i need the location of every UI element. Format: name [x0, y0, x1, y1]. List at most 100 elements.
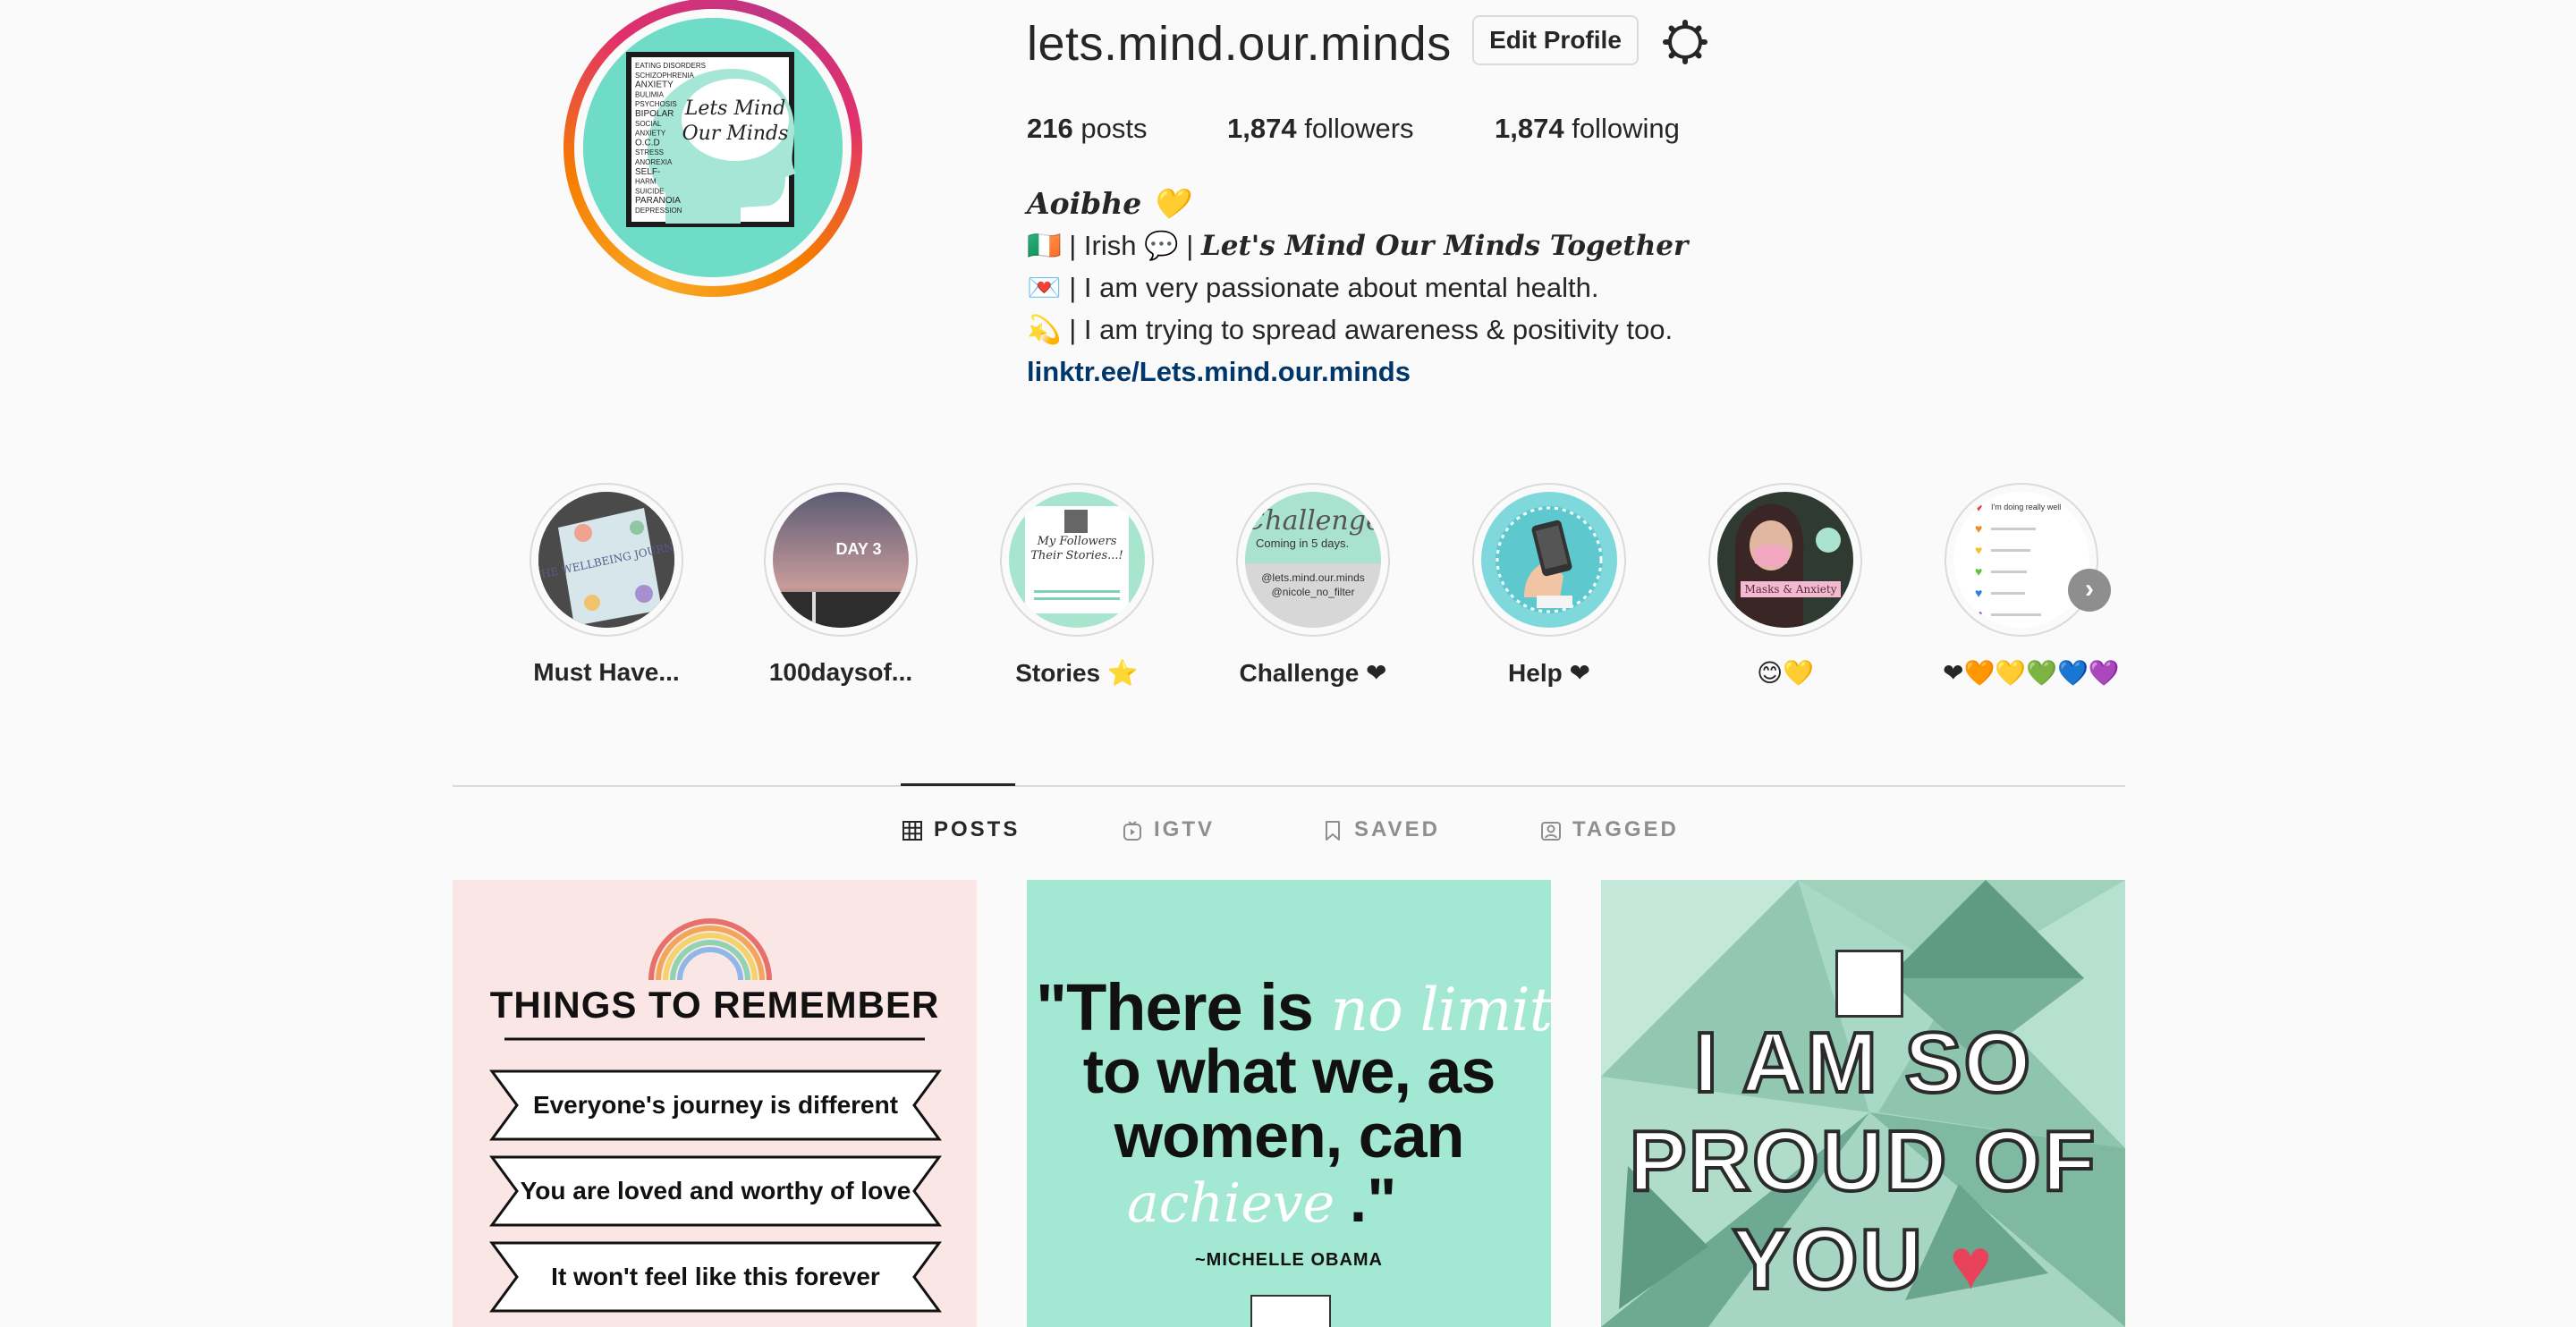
tab-label: POSTS — [934, 817, 1021, 841]
avatar-word: PSYCHOSIS — [635, 100, 677, 108]
bookmark-icon — [1326, 820, 1340, 841]
bio-link[interactable]: linktr.ee/Lets.mind.our.minds — [1027, 356, 1411, 388]
highlight-100daysof[interactable]: DAY 3 100daysof... — [762, 483, 919, 687]
quote-line-3: women, can — [1114, 1101, 1465, 1171]
proud-line-1: I AM SO — [1692, 1013, 2033, 1112]
posts-count: 216 — [1027, 113, 1073, 144]
post-proud-of-you[interactable]: I AM SO PROUD OF YOU ♥ — [1601, 880, 2125, 1327]
tab-label: SAVED — [1354, 817, 1440, 841]
bio-line-3: 💫 | I am trying to spread awareness & po… — [1027, 314, 1674, 345]
tab-label: IGTV — [1154, 817, 1216, 841]
avatar-word: BIPOLAR — [635, 109, 674, 119]
username: lets.mind.our.minds — [1027, 17, 1452, 71]
quote-script-2: achieve — [1127, 1172, 1335, 1235]
highlight-challenge[interactable]: Challenge Coming in 5 days. @lets.mind.o… — [1234, 483, 1392, 688]
mini-logo — [1250, 1295, 1331, 1327]
highlight-cover-text: Masks & Anxiety — [1744, 583, 1836, 596]
avatar-word: BULIMIA — [635, 90, 665, 98]
svg-text:♥: ♥ — [1975, 607, 1982, 621]
quote-line-1: "There is no limit — [1036, 969, 1551, 1045]
avatar-title-line1: Lets Mind — [684, 97, 786, 120]
svg-text:♥: ♥ — [1975, 564, 1982, 579]
tab-label: TAGGED — [1572, 817, 1679, 841]
highlight-label: 100daysof... — [768, 658, 913, 686]
highlight-ring: Challenge Coming in 5 days. @lets.mind.o… — [1236, 483, 1390, 637]
avatar-word: O.C.D — [635, 138, 660, 148]
highlight-cover-text: My Followers Their Stories...! — [1030, 535, 1123, 562]
proud-line-3: YOU ♥ — [1601, 1210, 2125, 1314]
proud-line-2: PROUD OF — [1628, 1111, 2097, 1211]
quote-end: ." — [1349, 1165, 1397, 1235]
highlight-cover-masks: Masks & Anxiety — [1717, 492, 1853, 628]
edit-profile-button[interactable]: Edit Profile — [1472, 15, 1639, 65]
avatar-word: DEPRESSION — [635, 207, 682, 215]
avatar-word: ANXIETY — [635, 80, 674, 90]
highlight-ring: ♥ I'm doing really well ♥ ♥ ♥ ♥ ♥ — [1945, 483, 2098, 637]
followers-count: 1,874 — [1227, 113, 1297, 144]
post-list-item: Everyone's journey is different — [532, 1091, 899, 1119]
following-stat[interactable]: 1,874 following — [1495, 113, 1680, 145]
mini-logo — [1835, 950, 1903, 1018]
avatar-logo: Lets Mind Our Minds EATING DISORDERS SCHI… — [583, 18, 843, 277]
tab-tagged[interactable]: TAGGED — [1540, 817, 1679, 842]
quote-line-2: to what we, as — [1082, 1036, 1496, 1106]
highlight-ring: THE WELLBEING JOURNAL — [530, 483, 683, 637]
highlight-ring: My Followers Their Stories...! — [1000, 483, 1154, 637]
svg-text:♥: ♥ — [1975, 500, 1982, 514]
proud-line-3-text: YOU — [1731, 1210, 1924, 1309]
avatar-word: ANOREXIA — [635, 158, 673, 166]
avatar-word: EATING DISORDERS — [635, 62, 706, 70]
highlight-cover-stories: My Followers Their Stories...! — [1009, 492, 1145, 628]
tab-igtv[interactable]: IGTV — [1122, 817, 1215, 842]
highlight-cover-sunset: DAY 3 — [773, 492, 909, 628]
tab-saved[interactable]: SAVED — [1322, 817, 1440, 842]
post-list-item: It won't feel like this forever — [551, 1263, 880, 1290]
tag-icon — [1541, 821, 1561, 841]
highlight-cover-text: DAY 3 — [835, 540, 881, 558]
highlight-must-have[interactable]: THE WELLBEING JOURNAL Must Have... — [528, 483, 685, 687]
grid-icon — [902, 820, 922, 841]
settings-gear-icon[interactable] — [1660, 17, 1710, 67]
avatar-word: SUICIDE — [635, 187, 664, 195]
posts-count-stat: 216 posts — [1027, 113, 1147, 145]
bio-line-1-prefix: 🇮🇪 | Irish 💬 | — [1027, 230, 1201, 261]
bio-line-2: 💌 | I am very passionate about mental he… — [1027, 272, 1599, 303]
highlight-label: Help ❤ — [1508, 659, 1590, 687]
highlight-cover-sub: Coming in 5 days. — [1256, 537, 1349, 550]
svg-text:♥: ♥ — [1975, 543, 1982, 557]
quote-start: "There is — [1036, 970, 1314, 1044]
quote-attribution: ~MICHELLE OBAMA — [1195, 1250, 1383, 1270]
avatar-word: SELF- — [635, 167, 660, 177]
avatar[interactable]: Lets Mind Our Minds EATING DISORDERS SCHI… — [583, 18, 843, 277]
active-tab-indicator — [901, 783, 1015, 786]
highlight-ring — [1472, 483, 1626, 637]
highlight-masks[interactable]: Masks & Anxiety 😊💛 — [1707, 483, 1864, 688]
highlight-stories[interactable]: My Followers Their Stories...! Stories ⭐ — [998, 483, 1156, 688]
highlight-help[interactable]: Help ❤ — [1470, 483, 1628, 688]
avatar-word: PARANOIA — [635, 196, 681, 206]
highlights-next-chevron-icon[interactable]: › — [2068, 569, 2111, 612]
avatar-word: HARM — [635, 178, 657, 186]
post-title: THINGS TO REMEMBER — [489, 984, 940, 1026]
avatar-word: STRESS — [635, 148, 664, 156]
followers-stat[interactable]: 1,874 followers — [1227, 113, 1414, 145]
quote-script-1: no limit — [1330, 976, 1551, 1044]
post-michelle-obama-quote[interactable]: "There is no limit to what we, as women,… — [1027, 880, 1551, 1327]
proud-text: I AM SO PROUD OF YOU ♥ — [1601, 1013, 2125, 1314]
following-count: 1,874 — [1495, 113, 1564, 144]
svg-text:♥: ♥ — [1975, 586, 1982, 600]
bio-name: Aoibhe 💛 — [1027, 186, 1189, 221]
highlight-label: Challenge ❤ — [1239, 659, 1387, 687]
post-list-item: You are loved and worthy of love — [520, 1177, 911, 1204]
highlight-ring: Masks & Anxiety — [1708, 483, 1862, 637]
avatar-word: ANXIETY — [635, 130, 666, 138]
tab-posts[interactable]: POSTS — [902, 817, 1020, 842]
highlight-label: Must Have... — [533, 658, 680, 686]
avatar-title-line2: Our Minds — [682, 123, 789, 145]
highlight-cover-text: Challenge — [1245, 505, 1381, 537]
bio-line-1: 🇮🇪 | Irish 💬 | Let's Mind Our Minds Toge… — [1027, 229, 1688, 262]
highlight-cover-hearts-list: ♥ I'm doing really well ♥ ♥ ♥ ♥ ♥ — [1953, 492, 2089, 628]
highlight-cover-text: I'm doing really well — [1991, 503, 2061, 511]
post-things-to-remember[interactable]: THINGS TO REMEMBER Everyone's journey is… — [453, 880, 977, 1327]
posts-label: posts — [1080, 113, 1148, 144]
